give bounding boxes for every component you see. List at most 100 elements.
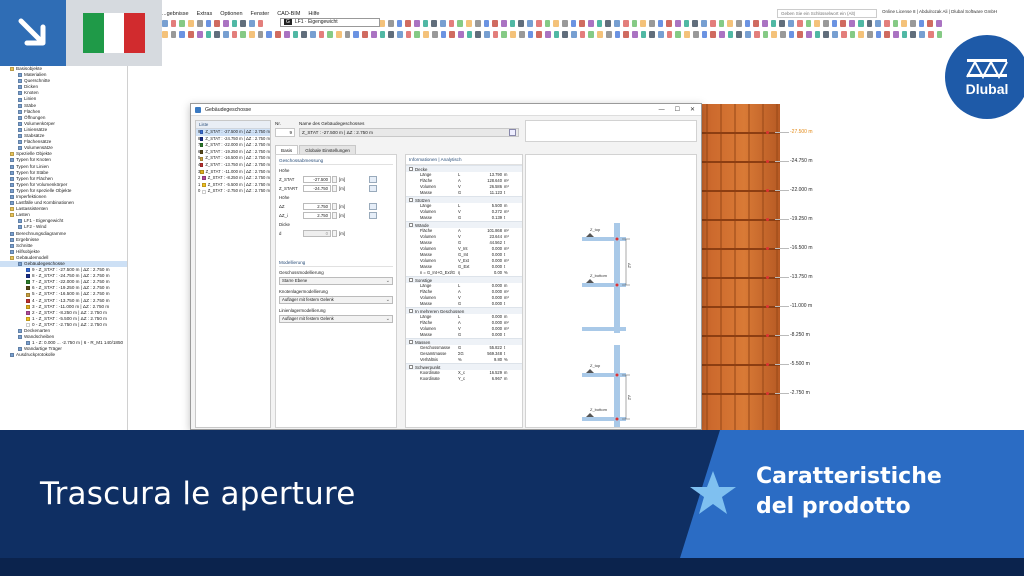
navigator-item[interactable]: Ausdruckprotokolle	[0, 352, 127, 358]
z-start-spinner[interactable]	[332, 184, 337, 192]
toolbar-button[interactable]	[640, 30, 647, 38]
toolbar-button[interactable]	[675, 19, 681, 27]
toolbar-button[interactable]	[292, 30, 299, 38]
dz2-spinner[interactable]	[332, 211, 337, 219]
toolbar-button[interactable]	[893, 30, 899, 38]
toolbar-button[interactable]	[249, 19, 255, 27]
toolbar-button[interactable]	[588, 30, 595, 38]
toolbar-button[interactable]	[414, 30, 421, 38]
z-stat-input[interactable]: -27.500	[303, 175, 331, 183]
close-icon[interactable]: ✕	[690, 104, 695, 116]
z-start-input[interactable]: -24.750	[303, 184, 331, 192]
loadcase-select[interactable]: G LF1 · Eigengewicht	[280, 18, 380, 27]
toolbar-button[interactable]	[405, 19, 411, 27]
toolbar-button[interactable]	[683, 19, 690, 27]
toolbar-button[interactable]	[396, 19, 403, 27]
toolbar-button[interactable]	[249, 30, 255, 38]
toolbar-button[interactable]	[936, 30, 943, 38]
toolbar-button[interactable]	[492, 30, 499, 38]
collapse-toggle-icon[interactable]	[409, 198, 413, 202]
line-support-select[interactable]: Auflager mit festem Gelenk ⌄	[279, 315, 393, 323]
toolbar-button[interactable]	[283, 30, 290, 38]
toolbar-button[interactable]	[214, 19, 220, 27]
toolbar-button[interactable]	[162, 19, 168, 27]
toolbar-button[interactable]	[240, 19, 247, 27]
collapse-toggle-icon[interactable]	[409, 278, 413, 282]
building-model[interactable]	[700, 104, 780, 430]
toolbar-button[interactable]	[684, 30, 690, 38]
toolbar-button[interactable]	[762, 19, 768, 27]
toolbar-button[interactable]	[387, 19, 394, 27]
toolbar-button[interactable]	[362, 30, 368, 38]
toolbar-button[interactable]	[692, 30, 699, 38]
story-list-item[interactable]: 2 Z_STAT : -8.250 m | ΔZ : 2.750 m	[196, 175, 270, 182]
toolbar-button[interactable]	[884, 30, 891, 38]
toolbar-button[interactable]	[570, 19, 577, 27]
toolbar-button[interactable]	[648, 19, 655, 27]
pick-dz-button[interactable]	[369, 202, 377, 210]
toolbar-button[interactable]	[605, 19, 612, 27]
toolbar-button[interactable]	[657, 19, 664, 27]
menu-item-cad-bim[interactable]: CAD-BIM	[277, 11, 300, 17]
toolbar-button[interactable]	[814, 30, 821, 38]
toolbar-button[interactable]	[431, 30, 438, 38]
toolbar-button[interactable]	[423, 30, 429, 38]
toolbar-button[interactable]	[388, 30, 394, 38]
dz-spinner[interactable]	[332, 202, 337, 210]
toolbar-button[interactable]	[788, 30, 795, 38]
toolbar-button[interactable]	[623, 30, 629, 38]
info-group-header[interactable]: Schwerpunkt	[406, 363, 522, 370]
toolbar-button[interactable]	[257, 19, 264, 27]
story-list-item[interactable]: 5 Z_STAT : -16.500 m | ΔZ : 2.750 m	[196, 155, 270, 162]
toolbar-button[interactable]	[762, 30, 769, 38]
toolbar-button[interactable]	[875, 30, 882, 38]
toolbar-button[interactable]	[805, 19, 812, 27]
z-stat-spinner[interactable]	[332, 175, 337, 183]
toolbar-button[interactable]	[214, 30, 220, 38]
toolbar-button[interactable]	[188, 19, 194, 27]
toolbar-button[interactable]	[858, 30, 864, 38]
toolbar-button[interactable]	[779, 30, 786, 38]
story-list-item[interactable]: 8 Z_STAT : -24.750 m | ΔZ : 2.750 m	[196, 136, 270, 143]
toolbar-button[interactable]	[457, 19, 464, 27]
toolbar-button[interactable]	[936, 19, 942, 27]
story-list-item[interactable]: 6 Z_STAT : -19.250 m | ΔZ : 2.750 m	[196, 149, 270, 156]
toolbar-button[interactable]	[579, 19, 586, 27]
toolbar-button[interactable]	[344, 30, 351, 38]
toolbar-button[interactable]	[500, 19, 507, 27]
toolbar-button[interactable]	[796, 19, 803, 27]
toolbar-button[interactable]	[849, 19, 855, 27]
collapse-toggle-icon[interactable]	[409, 167, 413, 171]
toolbar-button[interactable]	[666, 30, 673, 38]
story-list-item[interactable]: 1 Z_STAT : -5.500 m | ΔZ : 2.750 m	[196, 182, 270, 189]
story-list-item[interactable]: 3 Z_STAT : -11.000 m | ΔZ : 2.750 m	[196, 169, 270, 176]
toolbar-button[interactable]	[266, 30, 273, 38]
toolbar-button[interactable]	[170, 19, 177, 27]
toolbar-button[interactable]	[510, 30, 516, 38]
info-group-header[interactable]: Massen	[406, 338, 522, 345]
toolbar-button[interactable]	[466, 30, 473, 38]
toolbar-button[interactable]	[823, 30, 830, 38]
toolbar-button[interactable]	[475, 30, 482, 38]
toolbar-button[interactable]	[771, 30, 777, 38]
toolbar-button[interactable]	[222, 30, 229, 38]
toolbar-button[interactable]	[396, 30, 403, 38]
toolbar-button[interactable]	[735, 19, 742, 27]
toolbar-button[interactable]	[814, 19, 820, 27]
toolbar-button[interactable]	[544, 19, 551, 27]
toolbar-button[interactable]	[710, 30, 716, 38]
dz-input[interactable]: 2.750	[303, 202, 331, 210]
toolbar-button[interactable]	[883, 19, 890, 27]
name-field[interactable]: Z_STAT : -27.500 m | ΔZ : 2.750 m	[299, 128, 519, 137]
toolbar-button[interactable]	[162, 30, 168, 38]
toolbar-button[interactable]	[231, 19, 238, 27]
toolbar-button[interactable]	[205, 19, 212, 27]
toolbar-button[interactable]	[919, 30, 925, 38]
toolbar-button[interactable]	[518, 30, 525, 38]
toolbar-button[interactable]	[692, 19, 699, 27]
info-group-header[interactable]: Wände	[406, 221, 522, 228]
toolbar-button[interactable]	[179, 19, 186, 27]
pick-z-stat-button[interactable]	[369, 175, 377, 183]
toolbar-button[interactable]	[631, 30, 638, 38]
story-list-item[interactable]: 7 Z_STAT : -22.000 m | ΔZ : 2.750 m	[196, 142, 270, 149]
